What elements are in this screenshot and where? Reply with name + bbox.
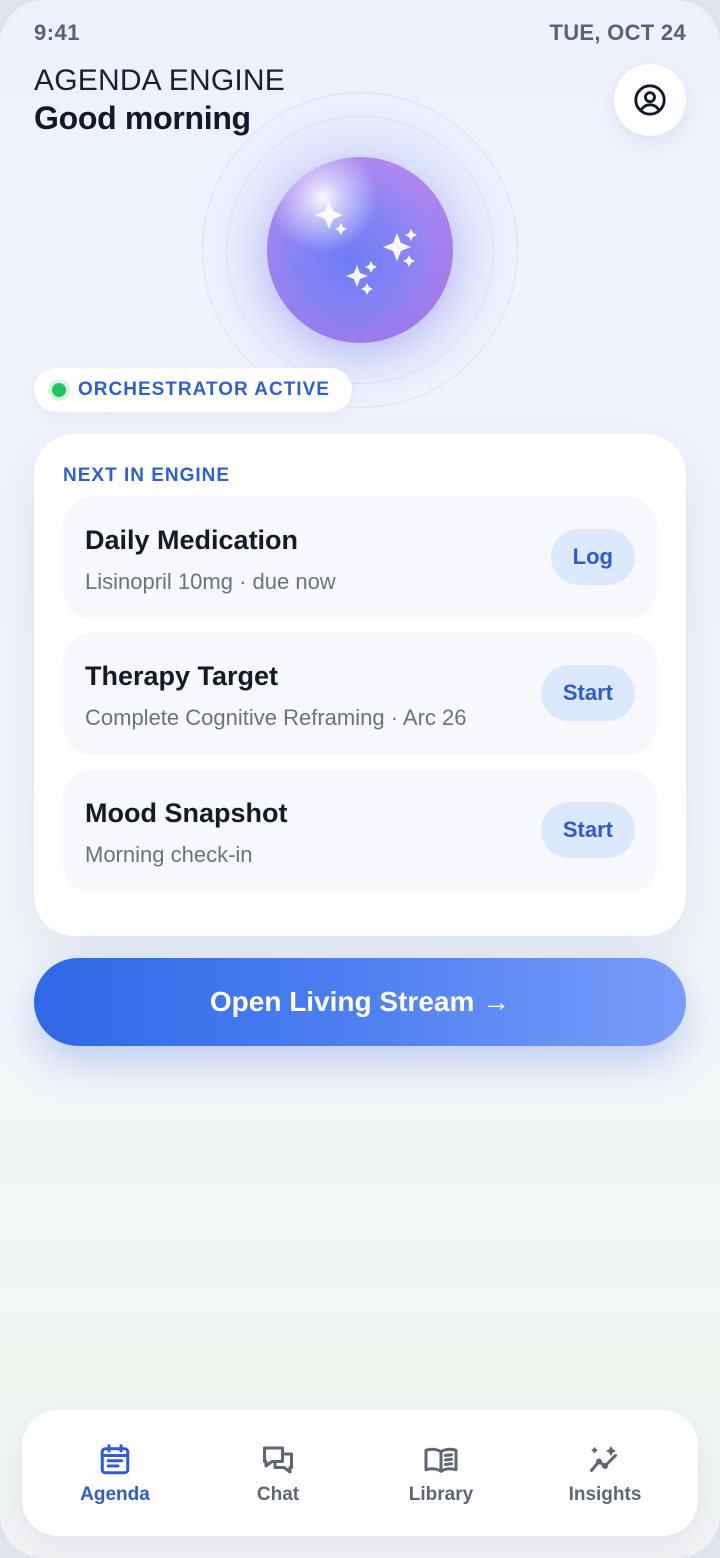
user-circle-icon (634, 84, 666, 116)
nav-item-chat[interactable]: Chat (213, 1410, 343, 1536)
greeting: Good morning (34, 100, 251, 136)
orchestrator-status-badge: ORCHESTRATOR ACTIVE (34, 368, 352, 412)
task-subtitle: Morning check-in (85, 842, 253, 867)
nav-item-agenda[interactable]: Agenda (50, 1410, 180, 1536)
orchestrator-status-text: ORCHESTRATOR ACTIVE (78, 379, 330, 400)
open-living-stream-button[interactable]: Open Living Stream → (34, 958, 686, 1046)
task-title: Daily Medication (85, 525, 299, 555)
sparkle-trend-icon (590, 1446, 617, 1472)
task-subtitle: Lisinopril 10mg · due now (85, 569, 336, 594)
task-item-therapy-target[interactable]: Therapy Target Complete Cognitive Refram… (63, 633, 657, 755)
open-book-icon (424, 1447, 458, 1473)
task-title: Therapy Target (85, 661, 279, 691)
nav-item-insights[interactable]: Insights (540, 1410, 670, 1536)
status-dot (52, 383, 66, 397)
profile-button[interactable] (614, 64, 686, 136)
start-button[interactable]: Start (540, 802, 635, 858)
nav-label: Chat (256, 1484, 300, 1505)
task-item-daily-medication[interactable]: Daily Medication Lisinopril 10mg · due n… (63, 497, 657, 619)
bottom-nav: Agenda Chat Library Insights (22, 1410, 698, 1536)
sparkles-icon (315, 201, 417, 295)
log-button[interactable]: Log (550, 529, 635, 585)
status-date: TUE, OCT 24 (549, 20, 686, 45)
status-time: 9:41 (34, 20, 81, 45)
agenda-screen: 9:41 TUE, OCT 24 AGENDA ENGINE Good morn… (0, 0, 720, 1558)
task-title: Mood Snapshot (85, 798, 288, 828)
nav-item-library[interactable]: Library (376, 1410, 506, 1536)
calendar-list-icon (100, 1444, 130, 1475)
next-in-engine-card: NEXT IN ENGINE Daily Medication Lisinopr… (34, 434, 686, 936)
task-item-mood-snapshot[interactable]: Mood Snapshot Morning check-in Start (63, 770, 657, 892)
app-title: AGENDA ENGINE (34, 64, 285, 97)
start-button[interactable]: Start (540, 665, 635, 721)
assistant-orb[interactable] (267, 157, 453, 343)
chat-bubbles-icon (263, 1446, 293, 1474)
nav-label: Insights (568, 1484, 642, 1505)
nav-label: Library (408, 1484, 474, 1505)
task-subtitle: Complete Cognitive Reframing · Arc 26 (85, 705, 467, 730)
section-label: NEXT IN ENGINE (63, 465, 231, 486)
nav-label: Agenda (80, 1484, 150, 1505)
